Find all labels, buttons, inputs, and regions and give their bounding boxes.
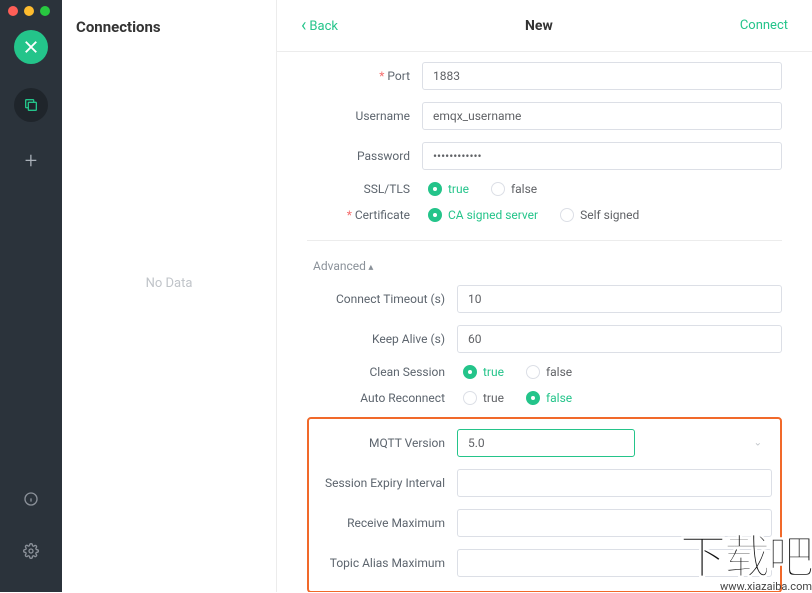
clean-true-radio[interactable]: true xyxy=(463,365,504,379)
ssl-true-radio[interactable]: true xyxy=(428,182,469,196)
reconnect-true-radio[interactable]: true xyxy=(463,391,504,405)
page-title: New xyxy=(525,18,553,34)
keepalive-input[interactable] xyxy=(457,325,782,353)
clean-false-radio[interactable]: false xyxy=(526,365,572,379)
panel-title: Connections xyxy=(62,0,276,36)
keepalive-label: Keep Alive (s) xyxy=(307,332,457,346)
session-expiry-input[interactable] xyxy=(457,469,772,497)
connect-button[interactable]: Connect xyxy=(740,18,788,33)
window-controls[interactable] xyxy=(8,6,50,16)
port-label: Port xyxy=(307,69,422,83)
min-dot[interactable] xyxy=(24,6,34,16)
mqtt5-highlight: MQTT Version ⌄ Session Expiry Interval R… xyxy=(307,417,782,592)
nav-info[interactable] xyxy=(14,482,48,516)
topic-alias-input[interactable] xyxy=(457,549,772,577)
topic-alias-label: Topic Alias Maximum xyxy=(317,556,457,570)
timeout-label: Connect Timeout (s) xyxy=(307,292,457,306)
advanced-toggle[interactable]: Advanced xyxy=(313,259,782,273)
topbar: Back New Connect xyxy=(277,0,812,52)
connections-panel: Connections No Data xyxy=(62,0,277,592)
connection-form: Port Username Password SSL/TLS true fals… xyxy=(277,52,812,592)
receive-max-input[interactable] xyxy=(457,509,772,537)
copy-icon xyxy=(23,97,39,113)
ssl-label: SSL/TLS xyxy=(307,182,422,196)
nav-connections[interactable] xyxy=(14,88,48,122)
chevron-down-icon: ⌄ xyxy=(754,438,762,449)
timeout-input[interactable] xyxy=(457,285,782,313)
app-logo xyxy=(14,30,48,64)
nav-add[interactable]: + xyxy=(14,144,48,178)
clean-label: Clean Session xyxy=(307,365,457,379)
info-icon xyxy=(23,491,39,507)
username-label: Username xyxy=(307,109,422,123)
nav-settings[interactable] xyxy=(14,534,48,568)
port-input[interactable] xyxy=(422,62,782,90)
reconnect-label: Auto Reconnect xyxy=(307,391,457,405)
gear-icon xyxy=(23,543,39,559)
empty-state: No Data xyxy=(62,276,276,291)
session-expiry-label: Session Expiry Interval xyxy=(317,476,457,490)
cert-label: Certificate xyxy=(307,208,422,222)
back-button[interactable]: Back xyxy=(301,15,338,36)
ssl-false-radio[interactable]: false xyxy=(491,182,537,196)
app-sidebar: + xyxy=(0,0,62,592)
version-select[interactable] xyxy=(457,429,635,457)
receive-max-label: Receive Maximum xyxy=(317,516,457,530)
logo-icon xyxy=(22,38,40,56)
version-label: MQTT Version xyxy=(317,436,457,450)
reconnect-false-radio[interactable]: false xyxy=(526,391,572,405)
cert-self-radio[interactable]: Self signed xyxy=(560,208,639,222)
password-input[interactable] xyxy=(422,142,782,170)
username-input[interactable] xyxy=(422,102,782,130)
main-content: Back New Connect Port Username Password … xyxy=(277,0,812,592)
cert-ca-radio[interactable]: CA signed server xyxy=(428,208,538,222)
close-dot[interactable] xyxy=(8,6,18,16)
password-label: Password xyxy=(307,149,422,163)
max-dot[interactable] xyxy=(40,6,50,16)
